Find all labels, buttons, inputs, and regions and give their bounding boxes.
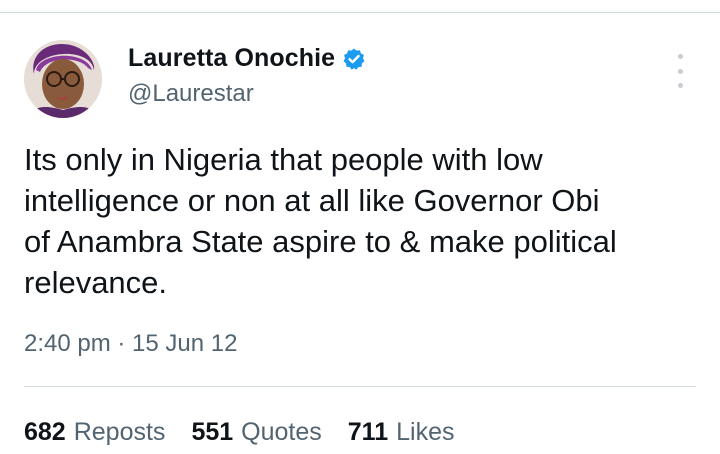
more-dot — [677, 68, 683, 74]
avatar[interactable] — [24, 40, 102, 118]
avatar-image — [24, 40, 102, 118]
display-name[interactable]: Lauretta Onochie — [128, 44, 335, 73]
more-dot — [677, 83, 683, 88]
reposts-stat[interactable]: 682 Reposts — [24, 418, 165, 447]
engagement-stats: 682 Reposts 551 Quotes 711 Likes — [24, 418, 480, 447]
stats-divider — [24, 386, 696, 387]
likes-stat[interactable]: 711 Likes — [348, 418, 455, 447]
quotes-label: Quotes — [241, 418, 322, 446]
verified-badge-icon — [343, 48, 365, 70]
quotes-count: 551 — [191, 418, 234, 446]
quotes-stat[interactable]: 551 Quotes — [191, 418, 321, 447]
author-name-row: Lauretta Onochie — [128, 44, 366, 73]
reposts-label: Reposts — [73, 418, 166, 446]
reposts-count: 682 — [24, 418, 66, 446]
likes-count: 711 — [347, 418, 389, 446]
top-divider — [0, 12, 720, 13]
author-handle[interactable]: @Laurestar — [128, 80, 254, 108]
tweet-text: Its only in Nigeria that people with low… — [24, 142, 617, 300]
likes-label: Likes — [396, 418, 455, 446]
tweet-timestamp[interactable]: 2:40 pm · 15 Jun 12 — [24, 330, 237, 358]
more-options-icon[interactable] — [672, 54, 688, 88]
more-dot — [677, 54, 683, 59]
